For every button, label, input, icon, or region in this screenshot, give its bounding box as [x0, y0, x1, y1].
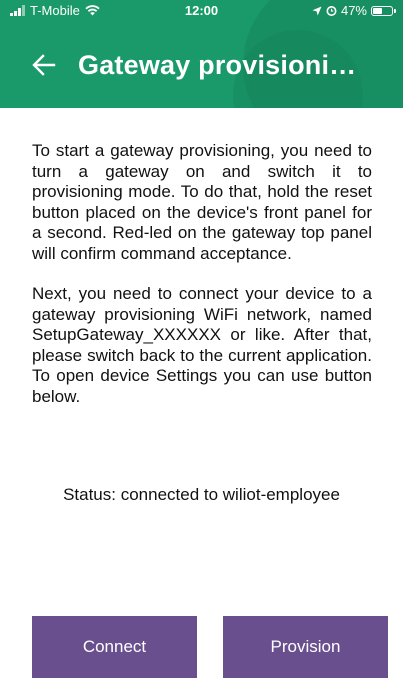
battery-percentage: 47%: [340, 3, 367, 18]
alarm-icon: [326, 6, 337, 16]
instructions-paragraph-1: To start a gateway provisioning, you nee…: [32, 141, 372, 263]
back-button[interactable]: [24, 45, 64, 85]
connect-button[interactable]: Connect: [32, 616, 197, 678]
app-header: T-Mobile 12:00 47% Gateway provisioni…: [0, 0, 403, 108]
instructions-paragraph-2: Next, you need to connect your device to…: [32, 284, 372, 406]
navigation-bar: Gateway provisioni…: [0, 40, 403, 90]
location-arrow-icon: [312, 6, 322, 15]
instructions: To start a gateway provisioning, you nee…: [32, 141, 372, 427]
status-bar: T-Mobile 12:00 47%: [0, 0, 403, 22]
page-title: Gateway provisioni…: [78, 49, 357, 80]
battery-icon: [371, 5, 396, 16]
provision-button[interactable]: Provision: [223, 616, 388, 678]
connection-status: Status: connected to wiliot-employee: [63, 485, 340, 504]
arrow-left-icon: [32, 54, 56, 76]
